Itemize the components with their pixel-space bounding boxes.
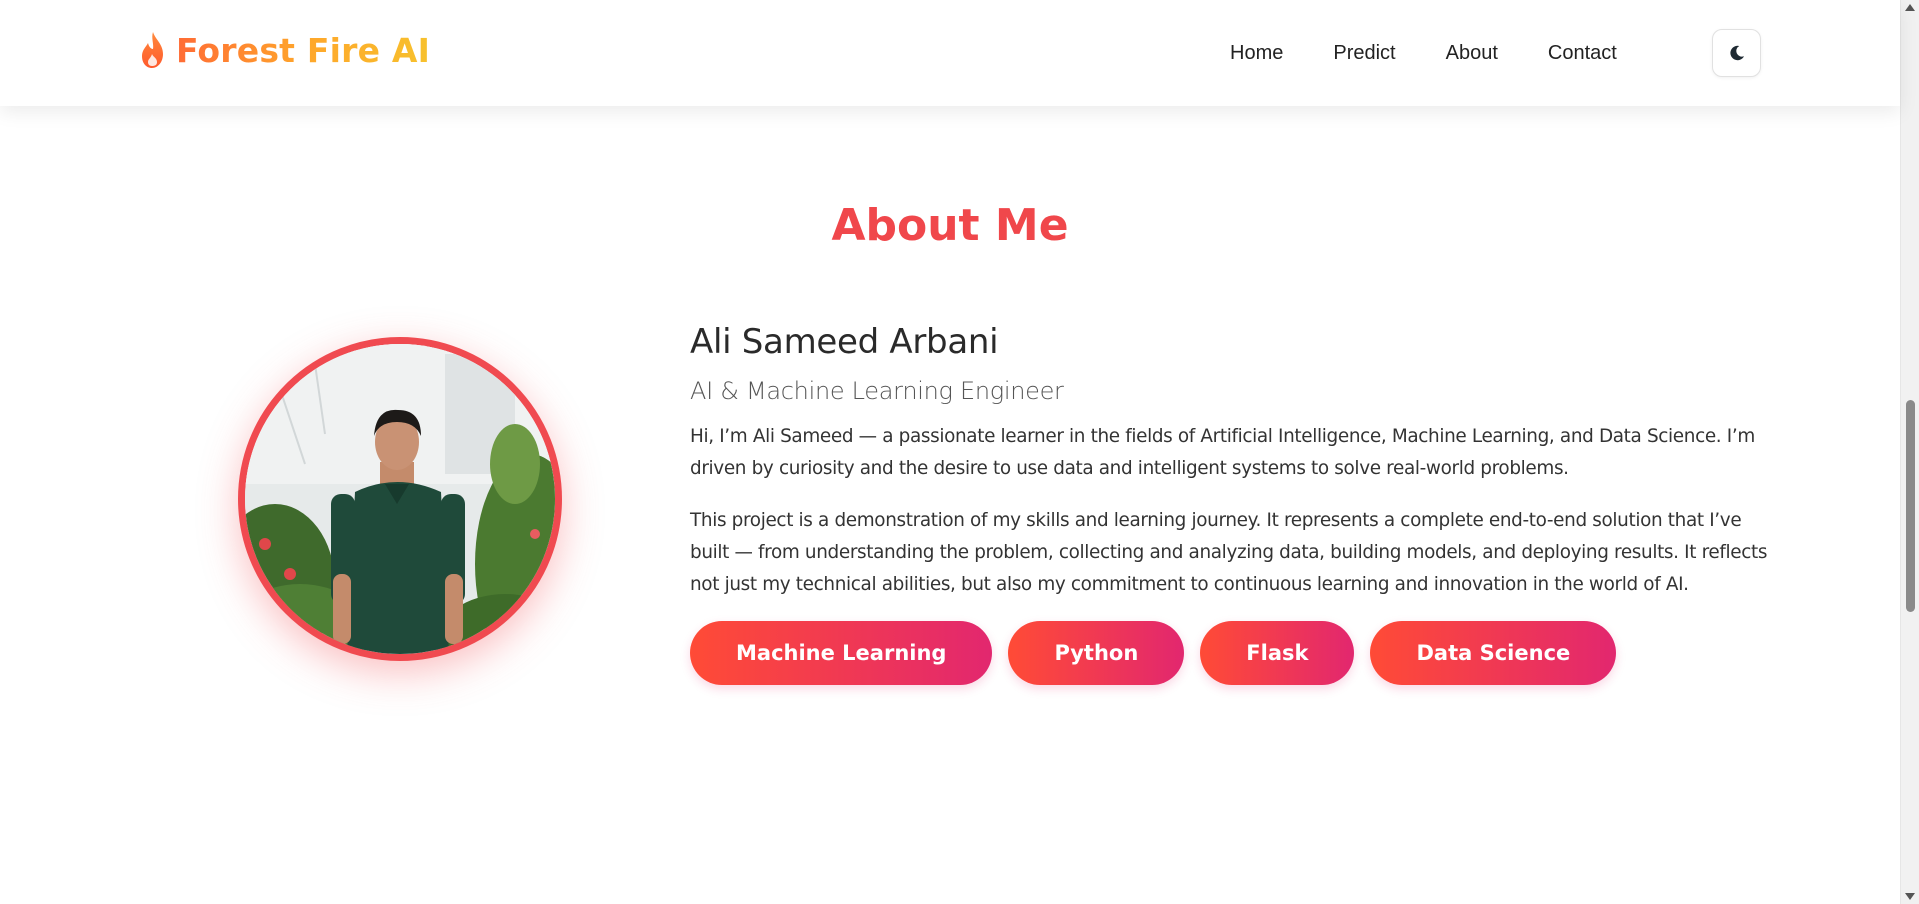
page-scrollbar[interactable] — [1900, 0, 1919, 904]
navbar: Forest Fire AI Home Predict About Contac… — [0, 0, 1900, 106]
section-title: About Me — [831, 200, 1069, 251]
skills-list: Machine Learning Python Flask Data Scien… — [690, 621, 1770, 685]
moon-icon — [1729, 45, 1744, 61]
bio-paragraph: Hi, I’m Ali Sameed — a passionate learne… — [690, 426, 1755, 479]
theme-toggle-button[interactable] — [1712, 29, 1761, 77]
nav-links: Home Predict About Contact — [1230, 0, 1667, 106]
profile-photo — [238, 337, 562, 661]
brand-name: Forest Fire AI — [176, 30, 431, 70]
scroll-up-arrow-icon[interactable] — [1905, 4, 1915, 11]
skill-badge-data-science[interactable]: Data Science — [1370, 621, 1617, 685]
flame-icon — [142, 32, 163, 68]
nav-link-home[interactable]: Home — [1230, 42, 1283, 65]
profile-name: Ali Sameed Arbani — [690, 322, 999, 362]
skill-badge-flask[interactable]: Flask — [1200, 621, 1355, 685]
skill-badge-python[interactable]: Python — [1008, 621, 1185, 685]
profile-photo-image — [245, 344, 555, 654]
brand-logo-link[interactable]: Forest Fire AI — [138, 30, 430, 70]
profile-info: Ali Sameed Arbani AI & Machine Learning … — [690, 322, 1770, 685]
bio-paragraph: This project is a demonstration of my sk… — [690, 510, 1768, 595]
profile-role: AI & Machine Learning Engineer — [690, 377, 1064, 405]
nav-link-contact[interactable]: Contact — [1548, 42, 1617, 65]
nav-link-about[interactable]: About — [1446, 42, 1498, 65]
nav-link-predict[interactable]: Predict — [1333, 42, 1395, 65]
scroll-down-arrow-icon[interactable] — [1905, 893, 1915, 900]
skill-badge-machine-learning[interactable]: Machine Learning — [690, 621, 993, 685]
scrollbar-thumb[interactable] — [1906, 400, 1915, 612]
